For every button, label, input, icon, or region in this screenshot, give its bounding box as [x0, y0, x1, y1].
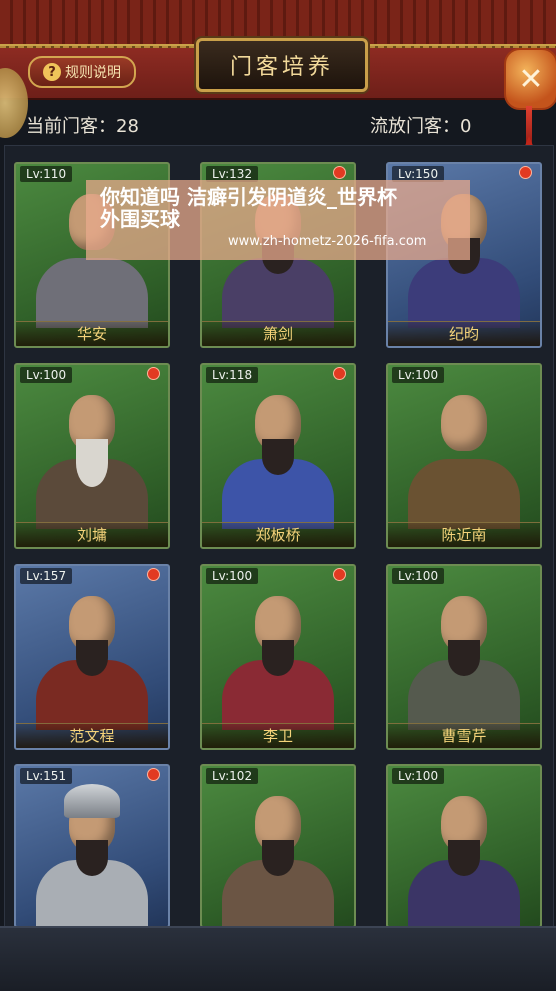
page-title: 门客培养	[196, 38, 368, 92]
notification-dot	[333, 166, 346, 179]
retainer-card[interactable]: Lv:100 刘墉	[14, 363, 170, 549]
current-retainers-value: 28	[116, 116, 139, 137]
ad-headline-continued: 外围买球	[100, 207, 180, 231]
retainer-card[interactable]: Lv:100 陈近南	[386, 363, 542, 549]
notification-dot	[147, 768, 160, 781]
rules-label: 规则说明	[65, 65, 121, 81]
ad-headline: 你知道吗 洁癖引发阴道炎_世界杯	[100, 185, 397, 209]
retainer-portrait	[408, 389, 520, 529]
level-badge: Lv:110	[20, 166, 73, 182]
retainer-name: 华安	[16, 321, 168, 346]
retainer-portrait	[222, 590, 334, 730]
retainer-portrait	[36, 784, 148, 926]
retainer-card[interactable]: Lv:102	[200, 764, 356, 928]
bottom-bar	[0, 926, 556, 991]
retainer-portrait	[222, 389, 334, 529]
level-badge: Lv:100	[206, 568, 259, 584]
level-badge: Lv:151	[20, 768, 73, 784]
current-retainers-label: 当前门客：	[26, 116, 116, 137]
notification-dot	[147, 568, 160, 581]
retainer-name: 李卫	[202, 723, 354, 748]
notification-dot	[333, 568, 346, 581]
retainer-name: 刘墉	[16, 522, 168, 547]
retainer-card[interactable]: Lv:118 郑板桥	[200, 363, 356, 549]
ad-url: www.zh-hometz-2026-fifa.com	[228, 234, 427, 249]
retainer-counts: 当前门客：28 流放门客：0	[0, 102, 556, 142]
close-icon: ✕	[518, 61, 544, 97]
retainer-name: 郑板桥	[202, 522, 354, 547]
retainer-card[interactable]: Lv:100	[386, 764, 542, 928]
level-badge: Lv:100	[392, 768, 445, 784]
retainer-name: 箫剑	[202, 321, 354, 346]
level-badge: Lv:102	[206, 768, 259, 784]
level-badge: Lv:100	[20, 367, 73, 383]
retainer-name: 纪昀	[388, 321, 540, 346]
close-button[interactable]: ✕	[504, 48, 556, 110]
retainer-card[interactable]: Lv:151	[14, 764, 170, 928]
retainer-name: 陈近南	[388, 522, 540, 547]
retainer-name: 曹雪芹	[388, 723, 540, 748]
retainer-portrait	[408, 590, 520, 730]
current-retainers: 当前门客：28	[26, 112, 139, 138]
retainer-name: 范文程	[16, 723, 168, 748]
retainer-portrait	[36, 590, 148, 730]
level-badge: Lv:157	[20, 568, 73, 584]
retainer-card[interactable]: Lv:100 曹雪芹	[386, 564, 542, 750]
notification-dot	[519, 166, 532, 179]
exiled-retainers: 流放门客：0	[370, 112, 471, 138]
notification-dot	[147, 367, 160, 380]
rules-button[interactable]: ? 规则说明	[28, 56, 136, 88]
question-icon: ?	[43, 63, 61, 81]
retainer-portrait	[408, 790, 520, 926]
ad-overlay[interactable]: 你知道吗 洁癖引发阴道炎_世界杯 外围买球 www.zh-hometz-2026…	[86, 180, 470, 260]
level-badge: Lv:100	[392, 568, 445, 584]
retainer-portrait	[222, 790, 334, 926]
retainer-card[interactable]: Lv:100 李卫	[200, 564, 356, 750]
exiled-retainers-label: 流放门客：	[370, 116, 460, 137]
exiled-retainers-value: 0	[460, 116, 472, 137]
notification-dot	[333, 367, 346, 380]
retainer-portrait	[36, 389, 148, 529]
level-badge: Lv:100	[392, 367, 445, 383]
retainer-card[interactable]: Lv:157 范文程	[14, 564, 170, 750]
level-badge: Lv:118	[206, 367, 259, 383]
